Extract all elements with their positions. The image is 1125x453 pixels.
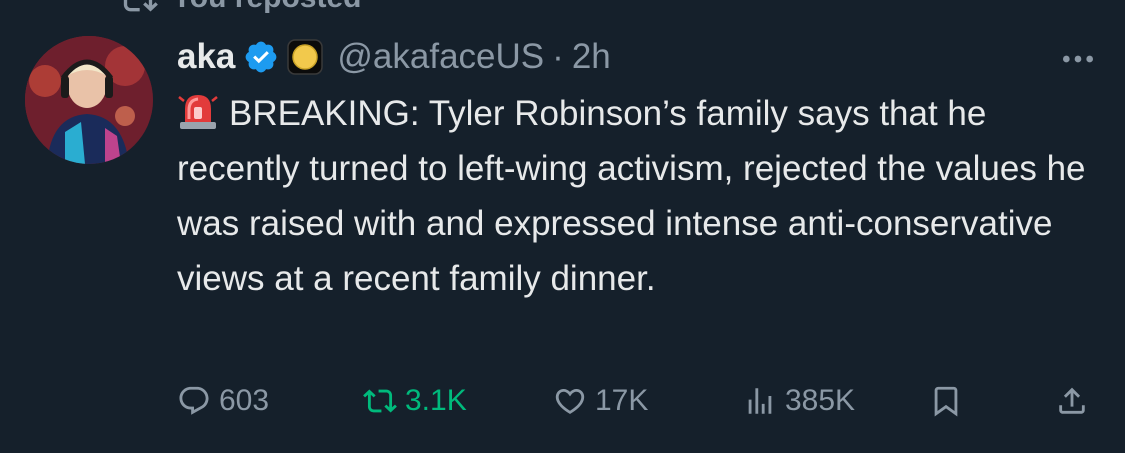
tweet-text: BREAKING: Tyler Robinson’s family says t…: [177, 94, 1086, 298]
views-icon: [748, 388, 772, 414]
repost-count: 3.1K: [405, 384, 467, 417]
share-icon: [1059, 387, 1085, 414]
tweet-time[interactable]: 2h: [572, 37, 611, 77]
reply-icon: [179, 386, 209, 415]
heart-icon: [555, 388, 585, 414]
action-bar: 603 3.1K 17K 385K: [177, 376, 1097, 426]
repost-indicator[interactable]: You reposted: [118, 0, 361, 18]
tweet-header: aka @akafaceUS · 2h: [177, 32, 611, 82]
views-count: 385K: [785, 384, 856, 417]
like-button[interactable]: 17K: [553, 376, 648, 426]
repost-icon: [123, 0, 158, 12]
avatar[interactable]: [25, 36, 153, 164]
more-options-button[interactable]: [1053, 44, 1103, 74]
verified-badge-icon[interactable]: [243, 39, 279, 75]
author-name[interactable]: aka: [177, 37, 235, 77]
reply-count: 603: [219, 384, 270, 417]
repost-icon: [363, 389, 397, 413]
siren-emoji-icon: [177, 89, 219, 131]
repost-button[interactable]: 3.1K: [363, 376, 467, 426]
tweet-body: BREAKING: Tyler Robinson’s family says t…: [177, 86, 1097, 306]
repost-label: You reposted: [172, 0, 361, 15]
affiliate-badge-icon[interactable]: [287, 39, 324, 75]
like-count: 17K: [595, 384, 649, 417]
reply-button[interactable]: 603: [177, 376, 269, 426]
bookmark-button[interactable]: [929, 376, 963, 426]
avatar-image: [25, 36, 153, 164]
bookmark-icon: [934, 386, 958, 417]
author-handle[interactable]: @akafaceUS: [337, 37, 544, 77]
more-options-icon: [1063, 55, 1093, 63]
share-button[interactable]: [1055, 376, 1089, 426]
separator-dot: ·: [552, 37, 564, 76]
views-button[interactable]: 385K: [743, 376, 855, 426]
